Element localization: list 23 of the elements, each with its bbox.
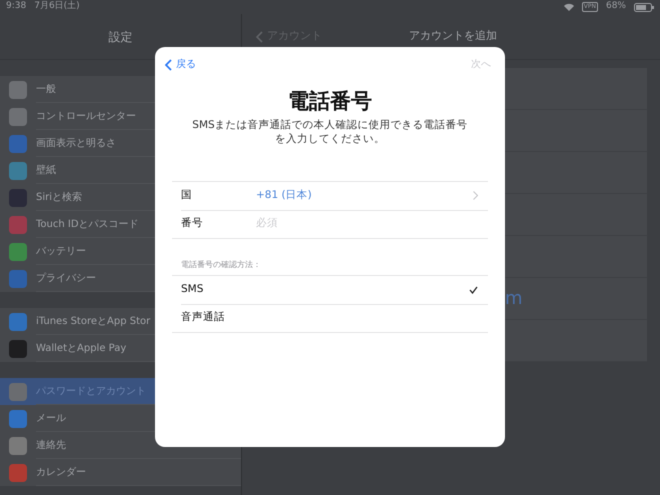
sidebar-item[interactable]: カレンダー — [0, 459, 241, 486]
chevron-icon — [256, 30, 263, 42]
sidebar-title: 設定 — [108, 28, 132, 46]
back-button[interactable]: 戻る — [165, 57, 196, 72]
field-label: 国 — [181, 188, 193, 203]
dialog-description: SMSまたは音声通話での本人確認に使用できる電話番号 — [191, 118, 469, 132]
nav-title: アカウントを追加 — [409, 28, 497, 44]
dialog-title: 電話番号 — [287, 88, 373, 115]
option-row[interactable]: SMS — [181, 276, 488, 304]
battery-text: 68% — [606, 0, 626, 14]
time-text: 9:38 — [6, 0, 26, 14]
wifi-icon — [564, 3, 574, 11]
row-text: m — [505, 288, 523, 309]
dialog-description: を入力してください。 — [274, 132, 386, 146]
checkmark-icon — [469, 286, 478, 294]
country-value[interactable]: +81 (日本) — [256, 188, 473, 204]
battery-icon — [634, 2, 654, 12]
date-text: 7月6日(土) — [34, 0, 80, 14]
option-row[interactable]: 音声通話 — [181, 304, 488, 332]
chevron-icon — [473, 191, 478, 200]
field-label: 番号 — [181, 216, 204, 232]
section-header: 電話番号の確認方法： — [181, 258, 262, 271]
chevron-icon — [165, 58, 172, 70]
